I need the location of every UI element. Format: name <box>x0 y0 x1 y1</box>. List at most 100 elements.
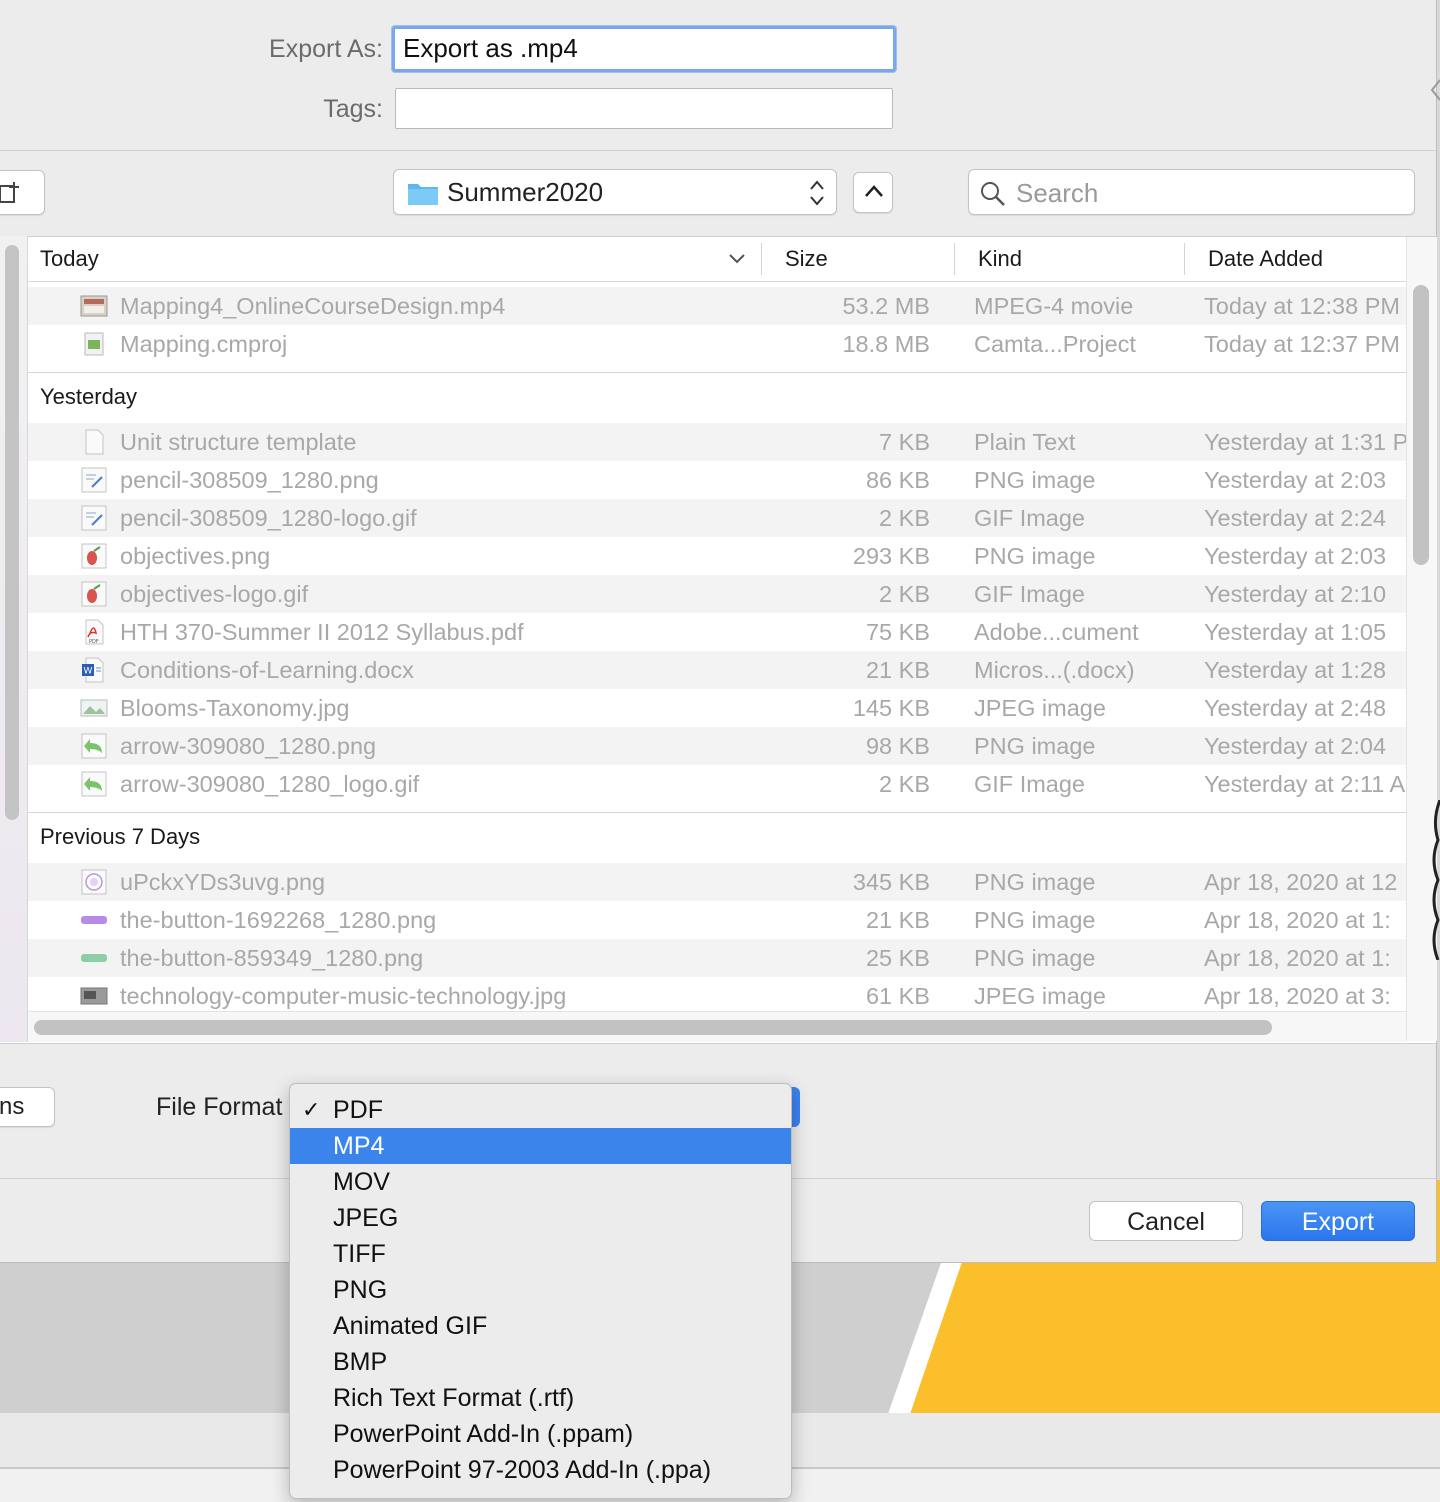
menu-item-png[interactable]: PNG <box>290 1272 791 1308</box>
file-row[interactable]: the-button-1692268_1280.png 21 KB PNG im… <box>28 901 1406 939</box>
file-size: 25 KB <box>865 945 930 971</box>
file-row[interactable]: uPckxYDs3uvg.png 345 KB PNG image Apr 18… <box>28 863 1406 901</box>
pencil-image-icon <box>80 505 108 531</box>
menu-item-label: MP4 <box>333 1132 385 1160</box>
file-date: Yesterday at 2:03 <box>1204 543 1387 569</box>
file-kind: PNG image <box>974 945 1096 971</box>
column-header-size[interactable]: Size <box>785 237 828 281</box>
menu-item-mp4[interactable]: MP4 <box>290 1128 791 1164</box>
updown-chevron-icon <box>810 180 824 206</box>
sidebar-scrollbar[interactable] <box>5 245 19 820</box>
menu-item-label: PowerPoint Add-In (.ppam) <box>333 1420 634 1448</box>
file-row[interactable]: objectives.png 293 KB PNG image Yesterda… <box>28 537 1406 575</box>
menu-item-animated-gif[interactable]: Animated GIF <box>290 1308 791 1344</box>
file-row[interactable]: PDF HTH 370-Summer II 2012 Syllabus.pdf … <box>28 613 1406 651</box>
purple-button-image-icon <box>80 907 108 933</box>
collapse-chevron-icon[interactable] <box>1430 60 1440 120</box>
file-size: 145 KB <box>852 695 930 721</box>
file-size: 21 KB <box>865 907 930 933</box>
file-date: Yesterday at 2:24 <box>1204 505 1387 531</box>
file-row[interactable]: the-button-859349_1280.png 25 KB PNG ima… <box>28 939 1406 977</box>
chevron-down-icon[interactable] <box>728 253 746 265</box>
file-row[interactable]: technology-computer-music-technology.jpg… <box>28 977 1406 1015</box>
svg-text:PDF: PDF <box>89 639 99 645</box>
file-date: Yesterday at 2:03 <box>1204 467 1387 493</box>
chevron-up-icon <box>865 185 883 197</box>
file-row[interactable]: arrow-309080_1280.png 98 KB PNG image Ye… <box>28 727 1406 765</box>
horizontal-scrollbar-thumb[interactable] <box>34 1020 1272 1035</box>
menu-item-label: MOV <box>333 1168 390 1196</box>
file-row[interactable]: pencil-308509_1280-logo.gif 2 KB GIF Ima… <box>28 499 1406 537</box>
menu-item-label: JPEG <box>333 1204 399 1232</box>
file-row[interactable]: pencil-308509_1280.png 86 KB PNG image Y… <box>28 461 1406 499</box>
search-icon <box>981 182 1005 206</box>
column-header-name[interactable]: Today <box>40 237 99 281</box>
file-row[interactable]: Unit structure template 7 KB Plain Text … <box>28 423 1406 461</box>
menu-item-tiff[interactable]: TIFF <box>290 1236 791 1272</box>
file-row[interactable]: W Conditions-of-Learning.docx 21 KB Micr… <box>28 651 1406 689</box>
tags-input[interactable] <box>395 88 893 129</box>
menu-item-mov[interactable]: MOV <box>290 1164 791 1200</box>
file-kind: PNG image <box>974 543 1096 569</box>
cancel-button[interactable]: Cancel <box>1089 1201 1243 1241</box>
column-divider <box>954 243 955 275</box>
file-size: 293 KB <box>852 543 930 569</box>
file-row[interactable]: Mapping.cmproj 18.8 MB Camta...Project T… <box>28 325 1406 363</box>
menu-item-rtf[interactable]: Rich Text Format (.rtf) <box>290 1380 791 1416</box>
arrow-image-icon <box>80 733 108 759</box>
file-row[interactable]: Mapping4_OnlineCourseDesign.mp4 53.2 MB … <box>28 287 1406 325</box>
menu-item-label: BMP <box>333 1348 388 1376</box>
menu-item-pdf[interactable]: ✓ PDF <box>290 1092 791 1128</box>
file-row[interactable]: Blooms-Taxonomy.jpg 145 KB JPEG image Ye… <box>28 689 1406 727</box>
word-file-icon: W <box>80 657 108 683</box>
search-placeholder: Search <box>1016 178 1099 208</box>
file-date: Yesterday at 2:10 <box>1204 581 1387 607</box>
vertical-scrollbar-thumb[interactable] <box>1413 285 1429 565</box>
file-name: arrow-309080_1280_logo.gif <box>120 771 420 797</box>
go-up-button[interactable] <box>853 172 893 213</box>
file-size: 86 KB <box>865 467 930 493</box>
export-button[interactable]: Export <box>1261 1201 1415 1241</box>
location-label: Summer2020 <box>447 177 604 207</box>
file-size: 53.2 MB <box>842 293 930 319</box>
file-date: Yesterday at 2:48 <box>1204 695 1387 721</box>
column-header-row: Today Size Kind Date Added <box>28 237 1406 282</box>
file-size: 18.8 MB <box>842 331 930 357</box>
file-format-label: File Format <box>156 1093 283 1121</box>
file-row[interactable]: objectives-logo.gif 2 KB GIF Image Yeste… <box>28 575 1406 613</box>
file-kind: Adobe...cument <box>974 619 1139 645</box>
arrow-image-icon <box>80 771 108 797</box>
file-size: 61 KB <box>865 983 930 1009</box>
file-name: Mapping.cmproj <box>120 331 288 357</box>
file-size: 2 KB <box>879 771 930 797</box>
file-kind: GIF Image <box>974 505 1086 531</box>
file-size: 75 KB <box>865 619 930 645</box>
search-field[interactable]: Search <box>968 169 1415 215</box>
file-name: HTH 370-Summer II 2012 Syllabus.pdf <box>120 619 524 645</box>
file-name: arrow-309080_1280.png <box>120 733 377 759</box>
location-popup[interactable]: Summer2020 <box>393 169 837 215</box>
menu-item-bmp[interactable]: BMP <box>290 1344 791 1380</box>
file-date: Yesterday at 1:28 <box>1204 657 1387 683</box>
menu-item-jpeg[interactable]: JPEG <box>290 1200 791 1236</box>
menu-item-ppa[interactable]: PowerPoint 97-2003 Add-In (.ppa) <box>290 1452 791 1488</box>
column-header-date-added[interactable]: Date Added <box>1208 237 1323 281</box>
pencil-image-icon <box>80 467 108 493</box>
file-kind: GIF Image <box>974 581 1086 607</box>
export-as-input[interactable]: Export as .mp4 <box>392 26 896 72</box>
menu-item-ppam[interactable]: PowerPoint Add-In (.ppam) <box>290 1416 791 1452</box>
file-format-menu: ✓ PDF MP4 MOV JPEG TIFF PNG Animated GIF… <box>289 1083 792 1499</box>
new-folder-button[interactable] <box>0 170 45 215</box>
camtasia-project-icon <box>80 331 108 357</box>
file-size: 98 KB <box>865 733 930 759</box>
file-kind: JPEG image <box>974 983 1106 1009</box>
photo-image-icon <box>80 983 108 1009</box>
text-file-icon <box>80 429 108 455</box>
column-header-kind[interactable]: Kind <box>978 237 1022 281</box>
file-size: 21 KB <box>865 657 930 683</box>
column-divider <box>1184 243 1185 275</box>
background-decoration <box>1432 800 1440 960</box>
file-row[interactable]: arrow-309080_1280_logo.gif 2 KB GIF Imag… <box>28 765 1406 803</box>
export-as-label: Export As: <box>269 35 383 63</box>
options-button[interactable]: ns <box>0 1087 55 1127</box>
